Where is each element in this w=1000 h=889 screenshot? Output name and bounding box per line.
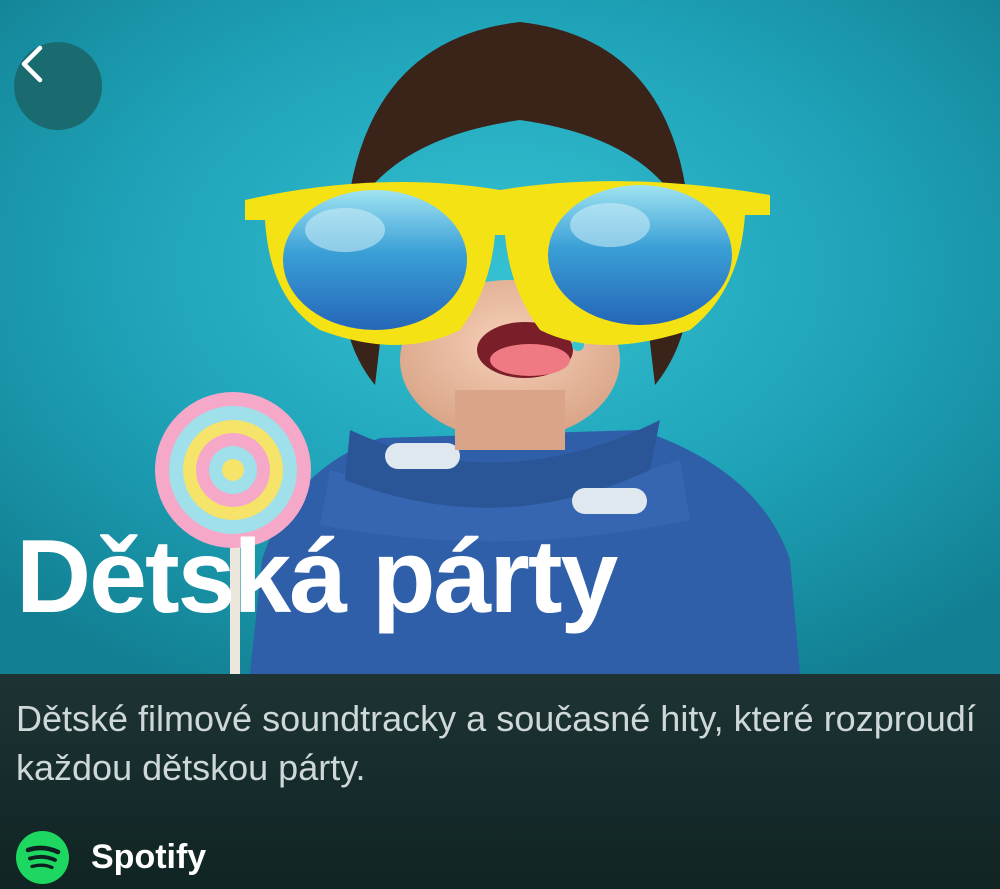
playlist-screen: Dětská párty Dětské filmové soundtracky …: [0, 0, 1000, 889]
playlist-description: Dětské filmové soundtracky a současné hi…: [16, 698, 976, 788]
owner-name: Spotify: [91, 837, 207, 876]
playlist-title: Dětská párty: [16, 519, 618, 635]
playlist-owner[interactable]: Spotify: [16, 829, 206, 885]
playlist-info: Dětské filmové soundtracky a současné hi…: [0, 674, 1000, 889]
spotify-logo-icon: [16, 830, 69, 884]
playlist-cover-image: Dětská párty: [0, 0, 1000, 674]
chevron-left-icon: [21, 45, 43, 83]
back-button[interactable]: [14, 42, 102, 130]
